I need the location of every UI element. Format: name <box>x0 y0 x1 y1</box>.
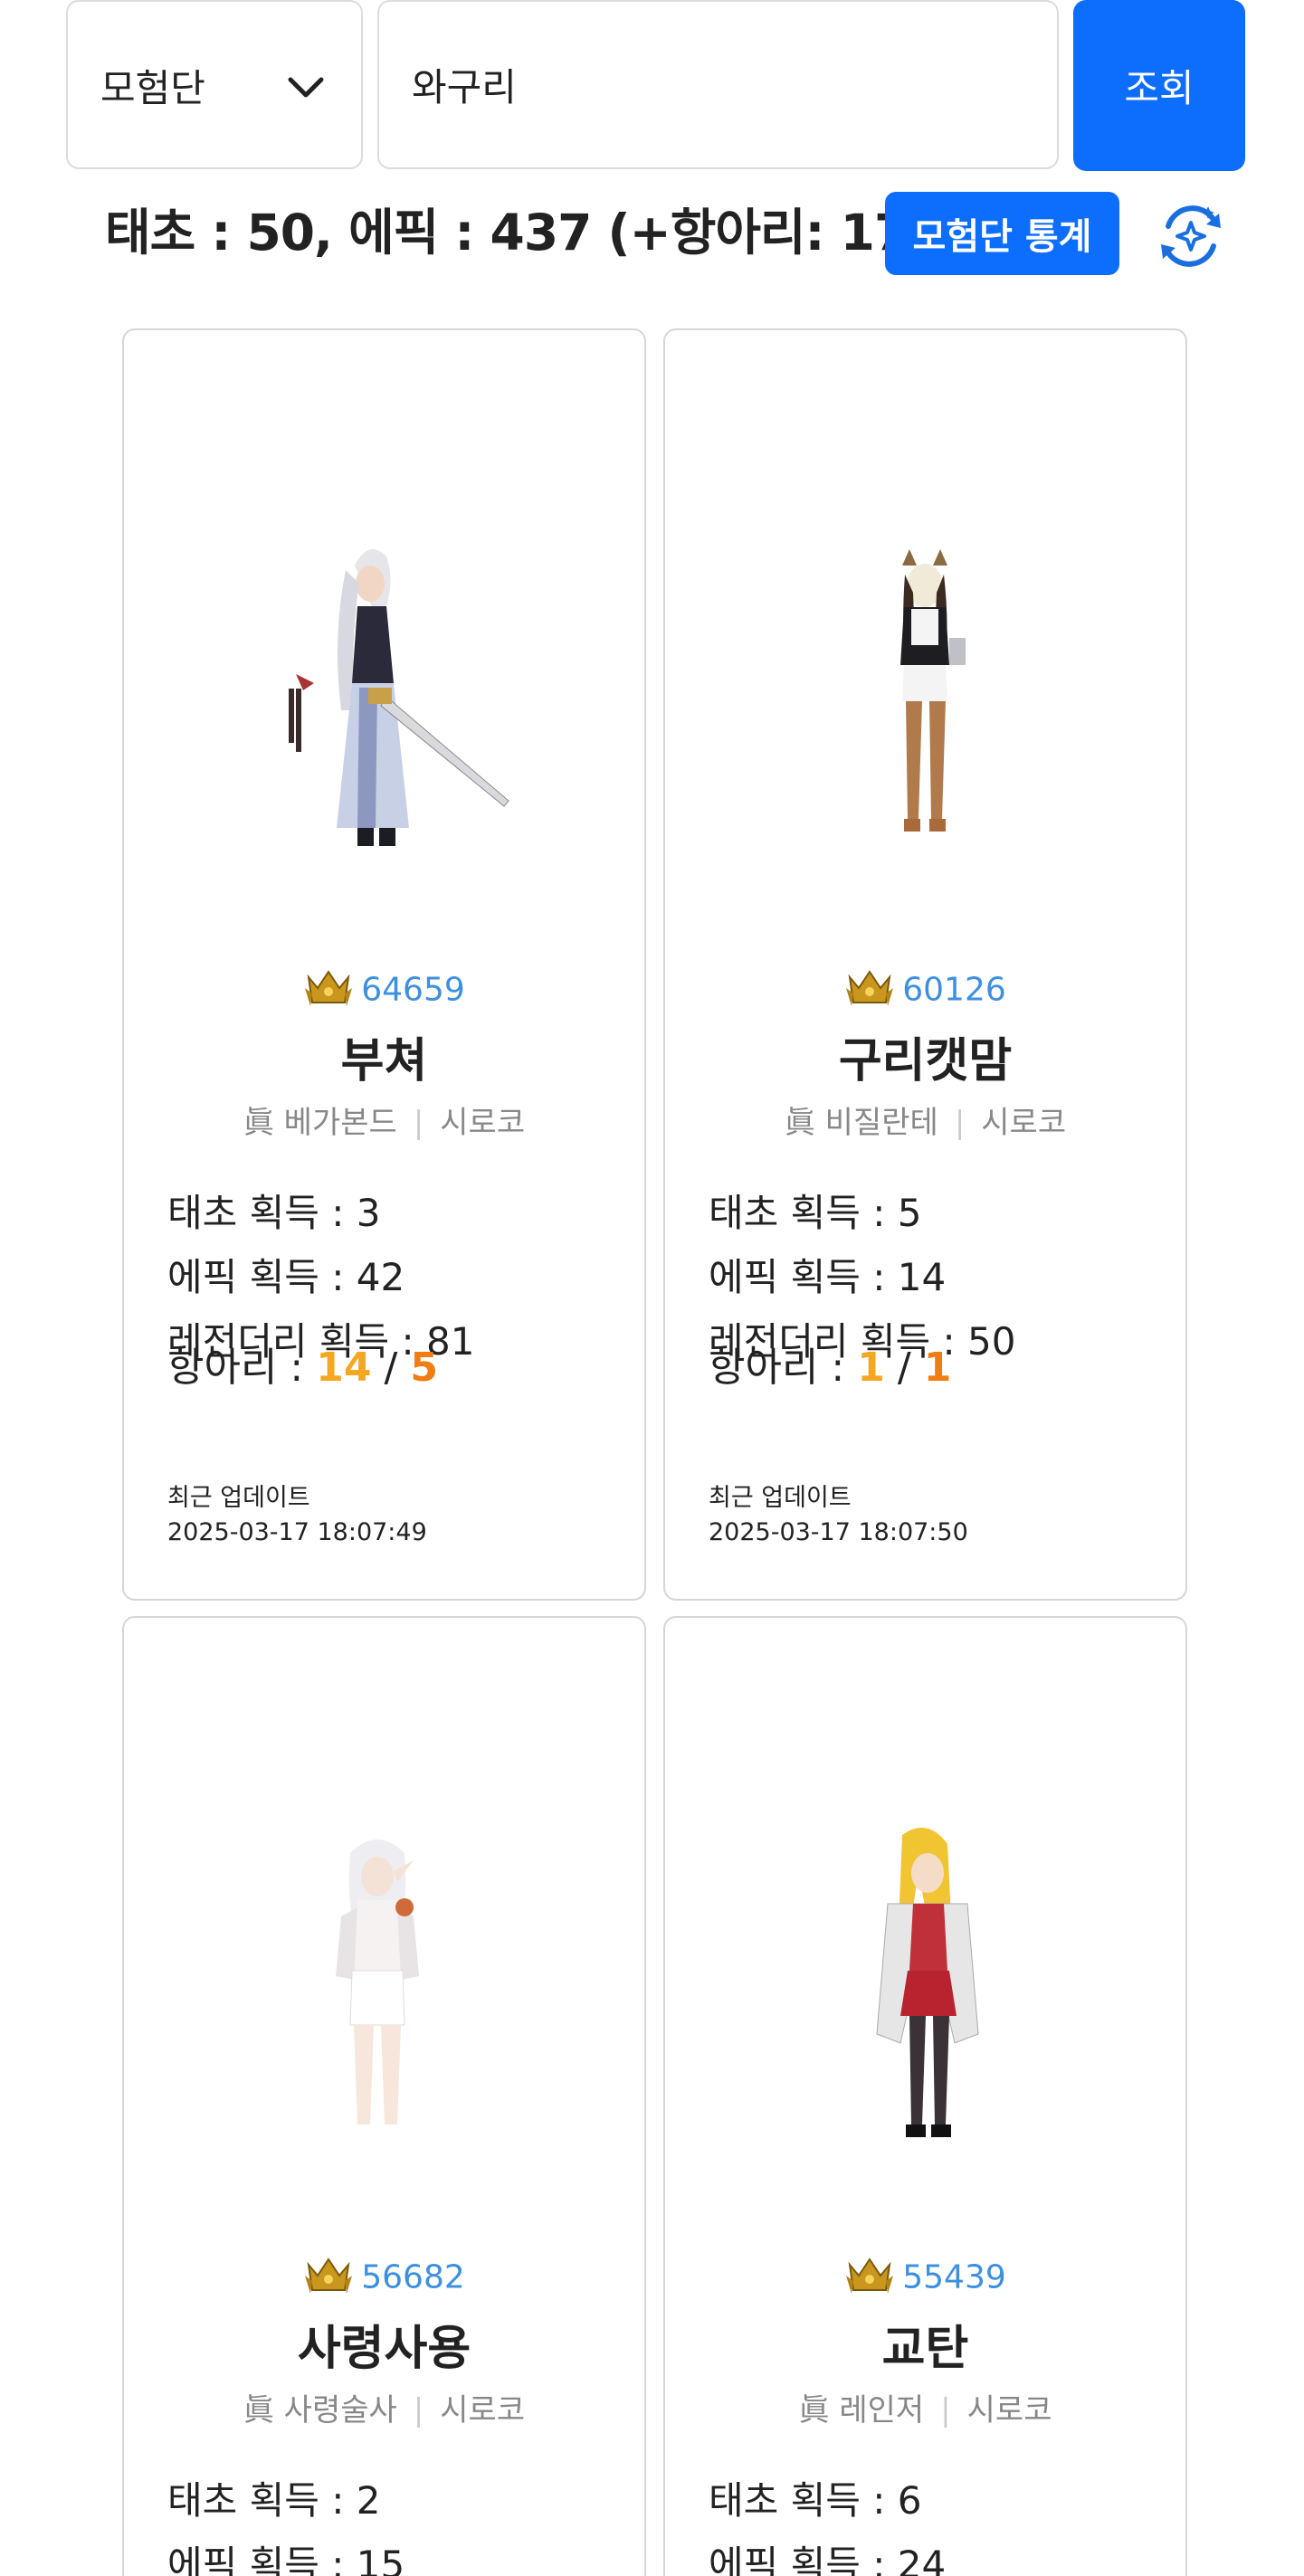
character-subtitle: 眞 레인저 | 시로코 <box>665 2385 1185 2429</box>
ring-label: 항아리 : <box>709 1345 845 1391</box>
adventure-stats-button[interactable]: 모험단 통계 <box>885 192 1119 275</box>
taecho-count: 태초 획득 : 3 <box>167 1191 381 1235</box>
character-name: 부쳐 <box>340 1034 428 1088</box>
ring-separator: / <box>897 1345 911 1391</box>
summary-text: 태초 : 50, 에픽 : 437 (+항아리: 17) <box>105 204 930 261</box>
fame-row: 60126 <box>665 968 1185 1012</box>
divider: | <box>413 2392 424 2429</box>
update-label: 최근 업데이트 <box>167 1484 310 1512</box>
fame-crown-icon <box>305 2258 353 2294</box>
stat-lines: 태초 획득 : 6 에픽 획득 : 24 <box>709 2468 946 2576</box>
character-card[interactable]: 60126 구리캣맘 眞 비질란테 | 시로코 태초 획득 : 5 에픽 획득 : … <box>663 328 1187 1601</box>
character-job: 眞 레인저 <box>798 2392 925 2429</box>
fame-value: 55439 <box>902 2258 1006 2296</box>
character-job: 眞 비질란테 <box>784 1105 938 1141</box>
character-name: 구리캣맘 <box>838 1034 1013 1088</box>
fame-row: 56682 <box>124 2256 644 2299</box>
epic-count: 에픽 획득 : 14 <box>709 1255 947 1299</box>
fame-crown-icon <box>305 970 353 1006</box>
refresh-icon[interactable] <box>1152 197 1230 275</box>
ring-value-a: 14 <box>316 1345 372 1391</box>
epic-count: 에픽 획득 : 24 <box>709 2543 947 2576</box>
fame-row: 64659 <box>124 968 644 1012</box>
chevron-down-icon <box>288 77 324 98</box>
taecho-count: 태초 획득 : 5 <box>709 1191 922 1235</box>
character-server: 시로코 <box>966 2392 1052 2429</box>
character-server: 시로코 <box>981 1105 1067 1141</box>
search-bar: 모험단 조회 <box>0 0 1304 172</box>
stat-lines: 태초 획득 : 2 에픽 획득 : 15 <box>167 2468 405 2576</box>
fame-value: 64659 <box>361 971 465 1009</box>
ring-value-b: 5 <box>410 1345 438 1391</box>
character-subtitle: 眞 사령술사 | 시로코 <box>124 2385 644 2429</box>
character-job: 眞 사령술사 <box>243 2392 397 2429</box>
character-subtitle: 眞 비질란테 | 시로코 <box>665 1098 1185 1142</box>
ring-value-a: 1 <box>857 1345 885 1391</box>
character-card[interactable]: 55439 교탄 眞 레인저 | 시로코 태초 획득 : 6 에픽 획득 : 24 <box>663 1616 1187 2576</box>
fame-crown-icon <box>846 2258 894 2294</box>
ring-label: 항아리 : <box>167 1345 304 1391</box>
ring-value-b: 1 <box>923 1345 952 1391</box>
search-input[interactable] <box>377 0 1059 169</box>
character-name: 사령사용 <box>297 2322 471 2376</box>
update-time: 2025-03-17 18:07:49 <box>167 1518 427 1546</box>
divider: | <box>940 2392 951 2429</box>
character-card[interactable]: 64659 부쳐 眞 베가본드 | 시로코 태초 획득 : 3 에픽 획득 : 42… <box>122 328 646 1601</box>
character-job: 眞 베가본드 <box>243 1105 397 1141</box>
search-type-select[interactable]: 모험단 <box>66 0 363 169</box>
fame-value: 60126 <box>902 971 1006 1009</box>
character-sprite <box>876 1828 979 2137</box>
fame-row: 55439 <box>665 2256 1185 2299</box>
update-label: 최근 업데이트 <box>709 1484 852 1512</box>
ring-line: 항아리 : 14 / 5 <box>167 1335 438 1393</box>
character-sprite <box>289 549 509 846</box>
divider: | <box>413 1105 424 1141</box>
fame-crown-icon <box>846 970 894 1006</box>
taecho-count: 태초 획득 : 6 <box>709 2478 922 2523</box>
character-sprite <box>336 1839 419 2124</box>
character-server: 시로코 <box>440 2392 526 2429</box>
taecho-count: 태초 획득 : 2 <box>167 2478 381 2523</box>
epic-count: 에픽 획득 : 42 <box>167 1255 405 1299</box>
search-button[interactable]: 조회 <box>1073 0 1245 171</box>
divider: | <box>954 1105 966 1141</box>
ring-line: 항아리 : 1 / 1 <box>709 1335 951 1393</box>
character-server: 시로코 <box>440 1105 526 1141</box>
update-time: 2025-03-17 18:07:50 <box>709 1518 968 1546</box>
search-type-label: 모험단 <box>100 66 205 110</box>
epic-count: 에픽 획득 : 15 <box>167 2543 405 2576</box>
character-name: 교탄 <box>881 2322 969 2376</box>
character-subtitle: 眞 베가본드 | 시로코 <box>124 1098 644 1142</box>
character-sprite <box>900 549 966 832</box>
ring-separator: / <box>384 1345 398 1391</box>
fame-value: 56682 <box>361 2258 465 2296</box>
character-card[interactable]: 56682 사령사용 眞 사령술사 | 시로코 태초 획득 : 2 에픽 획득 : … <box>122 1616 646 2576</box>
